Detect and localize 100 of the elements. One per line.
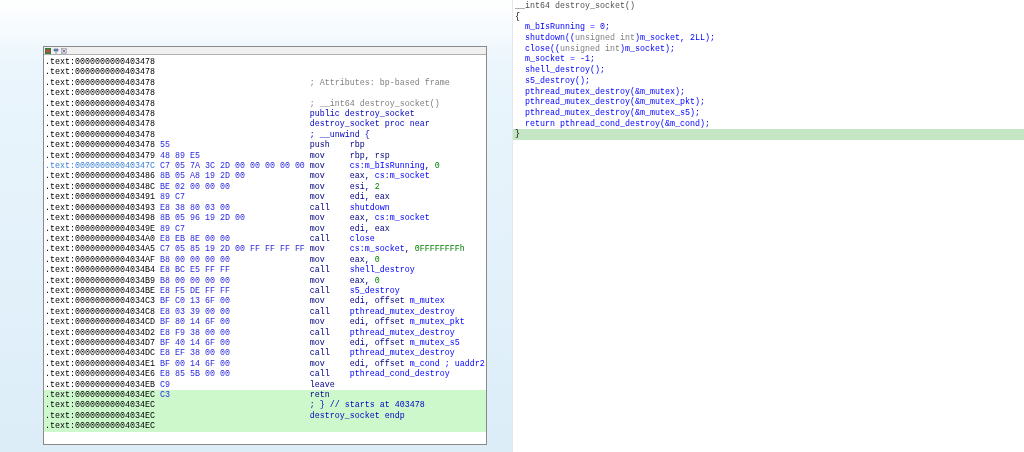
line-address: .text:0000000000403486 (45, 171, 156, 182)
directive-text: ; __unwind { (309, 129, 370, 140)
instruction-mnemonic: mov (309, 223, 326, 234)
instruction-operands: eax, cs:m_socket (349, 171, 430, 182)
instruction-operands: s5_destroy (349, 285, 400, 296)
opcode-bytes: E8 BC E5 FF FF (159, 265, 231, 276)
code-line: close((unsigned int)m_socket); (524, 43, 676, 54)
instruction-operands: cs:m_socket, 0FFFFFFFFh (349, 244, 465, 255)
code-line: pthread_mutex_destroy(&m_mutex); (524, 86, 686, 97)
instruction-mnemonic: mov (309, 171, 326, 182)
instruction-mnemonic: call (309, 265, 331, 276)
instruction-mnemonic: mov (309, 254, 326, 265)
line-address: .text:00000000004034AF (45, 254, 156, 266)
line-address: .text:0000000000403498 (45, 213, 156, 224)
line-address: .text:00000000004034D2 (45, 327, 156, 338)
instruction-operands: edi, offset m_mutex_s5 (349, 337, 460, 348)
close-icon[interactable] (61, 47, 67, 54)
opcode-bytes: 89 C7 (159, 223, 186, 234)
opcode-bytes: E8 38 80 03 00 (159, 202, 231, 214)
instruction-mnemonic: mov (309, 317, 326, 328)
line-address: .text:0000000000403479 (45, 150, 156, 162)
comment-text: ; __int64 destroy_socket() (309, 98, 440, 109)
code-line: s5_destroy(); (524, 75, 591, 87)
line-address: .text:0000000000403478 (45, 67, 156, 78)
line-address: .text:0000000000403478 (45, 119, 156, 130)
code-line: pthread_mutex_destroy(&m_mutex_s5); (524, 107, 701, 119)
instruction-mnemonic: mov (309, 358, 326, 369)
opcode-bytes: E8 F9 38 00 00 (159, 327, 231, 338)
opcode-bytes: C3 (159, 390, 171, 401)
line-address: .text:0000000000403491 (45, 192, 156, 203)
line-address: .text:0000000000403478 (45, 57, 156, 68)
instruction-operands: rbp, rsp (349, 150, 390, 161)
line-address: .text:00000000004034CD (45, 317, 156, 328)
opcode-bytes: BF 80 14 6F 00 (159, 317, 231, 328)
directive-text: ; } // starts at 403478 (309, 400, 425, 411)
instruction-mnemonic: mov (309, 150, 326, 162)
instruction-operands: eax, cs:m_socket (349, 213, 430, 224)
instruction-mnemonic: mov (309, 181, 326, 193)
opcode-bytes: 55 (159, 140, 171, 151)
opcode-bytes: E8 EF 38 00 00 (159, 348, 231, 359)
instruction-operands: edi, offset m_mutex (349, 296, 445, 307)
instruction-operands: cs:m_bIsRunning, 0 (349, 161, 440, 172)
opcode-bytes: E8 EB 8E 00 00 (159, 233, 231, 245)
instruction-mnemonic: mov (309, 161, 326, 172)
pin-icon[interactable] (53, 47, 59, 54)
instruction-operands: edi, offset m_cond ; uaddr2 (349, 358, 485, 369)
code-line: m_socket = -1; (524, 54, 596, 65)
instruction-mnemonic: call (309, 369, 331, 380)
line-address: .text:0000000000403478 (45, 98, 156, 110)
code-line: shell_destroy(); (524, 65, 606, 76)
code-line: { (514, 11, 521, 23)
line-address: .text:00000000004034C3 (45, 296, 156, 307)
directive-text: public destroy_socket (309, 109, 415, 120)
instruction-operands: edi, eax (349, 223, 390, 234)
instruction-operands: pthread_mutex_destroy (349, 327, 455, 338)
line-address: .text:00000000004034B4 (45, 265, 156, 276)
opcode-bytes: BE 02 00 00 00 (159, 181, 231, 193)
instruction-operands: rbp (349, 140, 365, 151)
instruction-operands: close (349, 233, 375, 244)
code-line: pthread_mutex_destroy(&m_mutex_pkt); (524, 97, 706, 108)
line-address: .text:00000000004034A5 (45, 244, 156, 255)
line-address: .text:00000000004034EC (45, 400, 156, 411)
opcode-bytes: 8B 05 96 19 2D 00 (159, 213, 246, 224)
opcode-bytes: C9 (159, 379, 171, 390)
line-address: .text:0000000000403478 (45, 77, 156, 89)
line-address: .text:00000000004034E1 (45, 358, 156, 370)
line-address: .text:00000000004034A0 (45, 233, 156, 245)
instruction-mnemonic: call (309, 348, 331, 359)
code-line: __int64 destroy_socket() (514, 1, 636, 12)
line-address: .text:0000000000403478 (45, 88, 156, 99)
opcode-bytes: BF 00 14 6F 00 (159, 358, 231, 370)
opcode-bytes: 89 C7 (159, 192, 186, 203)
opcode-bytes: BF C0 13 6F 00 (159, 296, 231, 307)
line-address: .text:0000000000403493 (45, 202, 156, 214)
line-address: .text:00000000004034D7 (45, 337, 156, 349)
instruction-operands: shell_destroy (349, 265, 415, 276)
line-address: .text:0000000000403478 (45, 109, 156, 120)
line-address: .text:00000000004034BE (45, 285, 156, 297)
instruction-mnemonic: call (309, 233, 331, 245)
comment-text: ; Attributes: bp-based frame (309, 77, 450, 89)
instruction-mnemonic: mov (309, 192, 326, 203)
instruction-mnemonic: mov (309, 296, 326, 307)
line-address: .text:00000000004034B9 (45, 275, 156, 286)
line-address: .text:00000000004034DC (45, 348, 156, 359)
instruction-operands: shutdown (349, 202, 390, 213)
opcode-bytes: B8 00 00 00 00 (159, 275, 231, 286)
instruction-operands: pthread_cond_destroy (349, 369, 450, 380)
instruction-operands: eax, 0 (349, 254, 380, 265)
instruction-operands: pthread_mutex_destroy (349, 348, 455, 359)
opcode-bytes: 8B 05 A8 19 2D 00 (159, 171, 246, 182)
window-icon (45, 47, 51, 54)
instruction-mnemonic: mov (309, 337, 326, 348)
line-address: .text:00000000004034EC (45, 390, 156, 401)
line-address: .text:000000000040348C (45, 181, 156, 193)
instruction-operands: pthread_mutex_destroy (349, 306, 455, 317)
instruction-mnemonic: call (309, 327, 331, 338)
instruction-mnemonic: call (309, 202, 331, 214)
instruction-operands: edi, eax (349, 192, 390, 203)
opcode-bytes: E8 85 5B 00 00 (159, 369, 231, 380)
directive-text: destroy_socket endp (309, 410, 405, 422)
